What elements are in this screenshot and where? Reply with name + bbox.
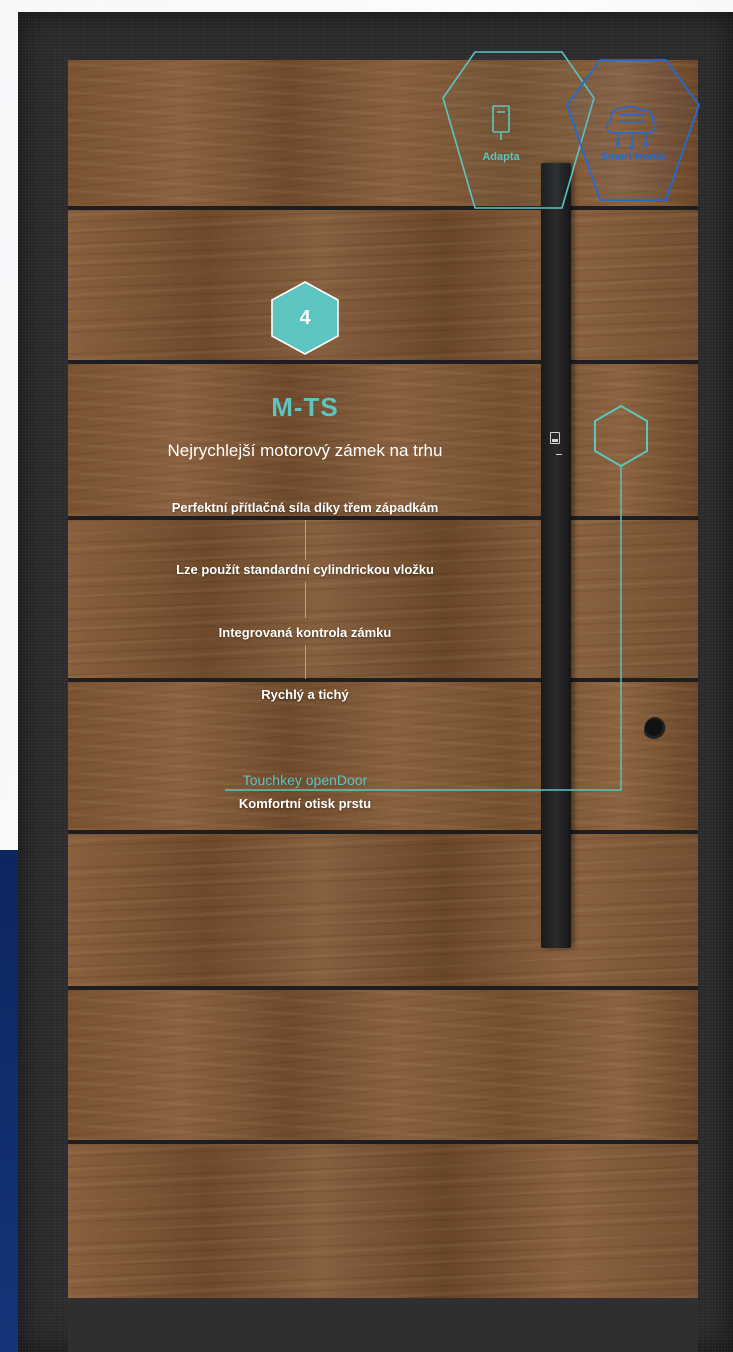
product-title: M-TS [271,392,339,422]
feature-item: Perfektní přítlačná síla díky třem západ… [171,500,439,515]
feature-item: Integrovaná kontrola zámku [218,625,392,640]
badge-label-adapta[interactable]: Adapta [471,151,531,163]
step-number: 4 [299,306,311,329]
feature-connector [305,582,306,618]
badge-label-smart-home[interactable]: Smart Home [583,151,683,163]
feature-item: Lze použít standardní cylindrickou vložk… [176,562,434,577]
feature-connector [305,645,306,679]
product-subtitle: Nejrychlejší motorový zámek na trhu [167,441,443,460]
touchkey-description: Komfortní otisk prstu [238,796,372,811]
adapta-hexagon [442,51,595,209]
feature-item: Rychlý a tichý [261,687,349,702]
step-number-badge: 4 [270,282,340,354]
smart-home-hexagon [565,59,701,201]
feature-connector [305,520,306,560]
overlay-graphics [225,51,701,791]
touchkey-hexagon [594,404,648,468]
touchkey-label[interactable]: Touchkey openDoor [200,772,410,788]
